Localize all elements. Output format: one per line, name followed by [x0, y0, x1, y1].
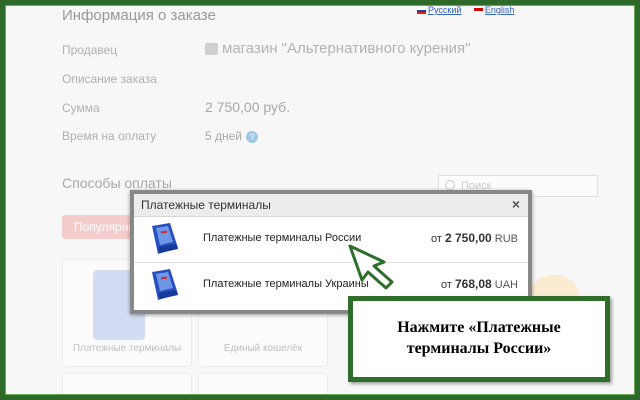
lang-russian-link[interactable]: Русский	[417, 5, 461, 15]
callout-line-1: Нажмите «Платежные	[397, 319, 561, 337]
shop-icon	[205, 43, 218, 56]
sum-value: 2 750,00 руб.	[205, 99, 291, 115]
tile-more[interactable]	[62, 373, 192, 395]
pointer-arrow-icon	[348, 244, 394, 290]
seller-row: Продавец магазин "Альтернативного курени…	[62, 40, 470, 57]
tile-label: Единый кошелёк	[223, 343, 303, 354]
close-icon[interactable]: ×	[512, 196, 520, 212]
tile-label: Платежные терминалы	[72, 343, 182, 354]
payment-time-value: 5 дней?	[205, 129, 259, 143]
payment-time-label: Время на оплату	[62, 129, 157, 143]
payment-methods-title: Способы оплаты	[62, 175, 172, 191]
sum-label: Сумма	[62, 101, 100, 115]
callout-line-2: терминалы России»	[406, 340, 552, 357]
sum-row: Сумма 2 750,00 руб.	[62, 99, 290, 115]
payment-terminal-icon	[152, 269, 178, 300]
search-icon	[445, 180, 455, 190]
option-price: от 2 750,00 RUB	[431, 231, 518, 245]
option-name: Платежные терминалы Украины	[203, 278, 369, 290]
modal-header: Платежные терминалы ×	[134, 194, 528, 217]
seller-value[interactable]: магазин "Альтернативного курения"	[205, 40, 470, 57]
modal-title: Платежные терминалы	[141, 198, 271, 212]
language-switcher: Русский English	[417, 5, 524, 17]
option-price: от 768,08 UAH	[441, 277, 518, 291]
order-info-title: Информация о заказе	[62, 7, 216, 24]
payment-terminal-icon	[152, 223, 178, 254]
seller-label: Продавец	[62, 43, 118, 57]
option-russia-terminals[interactable]: Платежные терминалы России от 2 750,00 R…	[134, 216, 528, 263]
option-name: Платежные терминалы России	[203, 232, 362, 244]
help-icon[interactable]: ?	[246, 130, 259, 143]
tile-more[interactable]	[198, 373, 328, 395]
instruction-callout: Нажмите «Платежные терминалы России»	[348, 296, 610, 382]
payment-time-row: Время на оплату 5 дней?	[62, 129, 259, 143]
lang-english-link[interactable]: English	[473, 5, 514, 15]
description-label: Описание заказа	[62, 72, 157, 86]
